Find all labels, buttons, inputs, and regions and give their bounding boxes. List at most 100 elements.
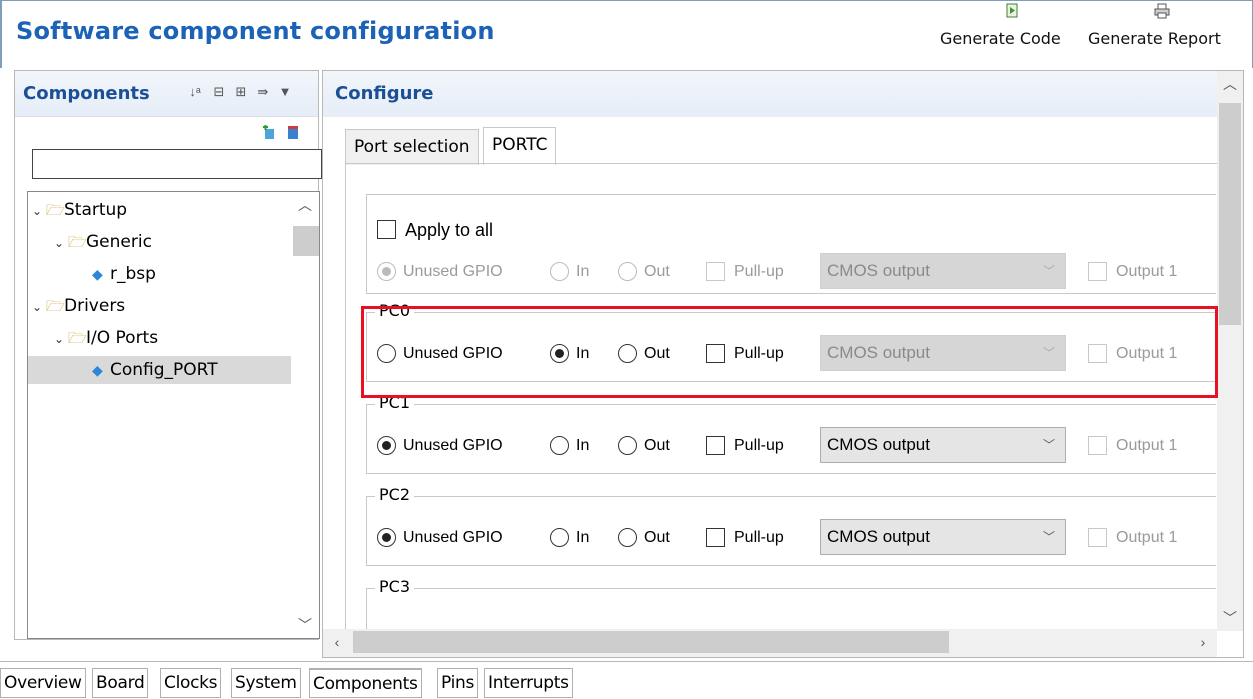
tab-components[interactable]: Components [309,668,422,698]
all-out-label: Out [644,263,670,280]
folder-open-icon: 🗁 [46,201,65,219]
tree-item-r-bsp[interactable]: ◆ r_bsp [92,260,156,288]
all-out-radio[interactable] [618,262,637,281]
select-value: CMOS output [827,435,930,454]
select-value: CMOS output [827,527,930,546]
pc1-output-type-select[interactable]: CMOS output ﹀ [820,427,1066,463]
tree-item-label: I/O Ports [86,328,159,348]
scrollbar-thumb[interactable] [293,226,319,256]
tree-item-label: Startup [64,200,128,220]
chevron-down-icon: ﹀ [1042,530,1055,544]
pc2-out-radio[interactable] [618,528,637,547]
chevron-down-icon[interactable]: ⌄ [32,293,46,321]
configure-horizontal-scrollbar[interactable]: ‹ › [323,629,1217,657]
generate-code-button[interactable]: Generate Code [940,3,1084,63]
generate-code-label: Generate Code [940,29,1061,48]
scroll-up-icon[interactable]: ︿ [291,192,319,218]
tree-item-startup[interactable]: ⌄ 🗁Startup [32,196,127,224]
scroll-left-icon[interactable]: ‹ [323,629,351,655]
scroll-up-icon[interactable]: ︿ [1217,71,1243,97]
pc1-unused-gpio-radio[interactable] [377,436,396,455]
tree-item-label: Generic [86,232,152,252]
all-unused-gpio-label: Unused GPIO [403,263,503,280]
expand-all-icon[interactable]: ⊞ [233,83,249,101]
pc1-out-radio[interactable] [618,436,637,455]
link-editor-icon[interactable]: ⇛ [255,83,271,101]
printer-icon [1154,3,1170,19]
folder-open-icon: 🗁 [68,329,87,347]
scroll-down-icon[interactable]: ﹀ [1217,605,1243,631]
view-menu-icon[interactable]: ▼ [277,83,293,101]
all-output-type-select[interactable]: CMOS output ﹀ [820,253,1066,289]
chevron-down-icon[interactable]: ⌄ [54,229,68,257]
all-pullup-checkbox[interactable] [706,262,725,281]
pin-name: PC2 [375,485,414,504]
sort-alpha-icon[interactable]: ↓ᵃ [187,83,203,101]
tab-interrupts[interactable]: Interrupts [484,668,573,698]
tree-item-io-ports[interactable]: ⌄ 🗁I/O Ports [54,324,158,352]
pc2-pullup-checkbox[interactable] [706,528,725,547]
scroll-down-icon[interactable]: ﹀ [291,612,319,638]
scrollbar-thumb[interactable] [1219,103,1241,325]
tab-clocks[interactable]: Clocks [160,668,222,698]
components-panel: Components ↓ᵃ ⊟ ⊞ ⇛ ▼ ⌄ 🗁Startup ⌄ 🗁Generi… [14,70,322,640]
tree-item-label: r_bsp [110,264,156,284]
folder-open-icon: 🗁 [46,297,65,315]
pc1-in-label: In [576,437,590,454]
configure-title: Configure [335,83,434,104]
all-in-radio[interactable] [550,262,569,281]
generate-report-button[interactable]: Generate Report [1088,3,1236,63]
add-component-icon[interactable] [261,125,279,141]
configure-vertical-scrollbar[interactable]: ︿ ﹀ [1217,71,1243,631]
chevron-down-icon[interactable]: ⌄ [32,197,46,225]
generate-report-label: Generate Report [1088,29,1221,48]
pin-group-pc1: PC1 Unused GPIO In Out Pull-up CMOS outp… [366,393,1216,474]
pc1-output1-checkbox[interactable] [1088,436,1107,455]
pc1-pullup-checkbox[interactable] [706,436,725,455]
tree-item-config-port[interactable]: ◆ Config_PORT [28,356,291,384]
pc2-out-label: Out [644,529,670,546]
pin-name: PC3 [375,577,414,596]
editor-bottom-tabs: Overview Board Clocks System Components … [0,661,1253,699]
remove-component-icon[interactable] [285,125,303,141]
pc2-unused-gpio-radio[interactable] [377,528,396,547]
all-output1-label: Output 1 [1116,263,1178,280]
tab-portc[interactable]: PORTC [483,127,557,165]
pc2-in-radio[interactable] [550,528,569,547]
chevron-down-icon[interactable]: ⌄ [54,325,68,353]
scroll-right-icon[interactable]: › [1189,629,1217,655]
components-title: Components [23,83,150,104]
tree-item-label: Drivers [64,296,126,316]
pc2-output-type-select[interactable]: CMOS output ﹀ [820,519,1066,555]
scrollbar-thumb[interactable] [353,631,949,653]
pc1-in-radio[interactable] [550,436,569,455]
all-pullup-label: Pull-up [734,263,784,280]
all-in-label: In [576,263,590,280]
component-icon: ◆ [92,363,103,379]
components-panel-header: Components ↓ᵃ ⊟ ⊞ ⇛ ▼ [15,71,318,117]
pc1-pullup-label: Pull-up [734,437,784,454]
component-filter-input[interactable] [32,149,322,179]
all-output1-checkbox[interactable] [1088,262,1107,281]
generate-code-icon [1006,3,1018,18]
tab-pins[interactable]: Pins [437,668,479,698]
tab-overview[interactable]: Overview [0,668,86,698]
tree-item-drivers[interactable]: ⌄ 🗁Drivers [32,292,125,320]
collapse-all-icon[interactable]: ⊟ [211,83,227,101]
tree-vertical-scrollbar[interactable]: ︿ ﹀ [291,192,319,638]
apply-to-all-group: Apply to all Unused GPIO In Out Pull-up … [366,194,1216,294]
configure-panel-header: Configure [323,71,1243,117]
tree-item-generic[interactable]: ⌄ 🗁Generic [54,228,152,256]
apply-to-all-checkbox[interactable] [377,220,396,239]
tab-board[interactable]: Board [92,668,149,698]
pc2-pullup-label: Pull-up [734,529,784,546]
folder-open-icon: 🗁 [68,233,87,251]
chevron-down-icon: ﹀ [1042,264,1055,278]
all-unused-gpio-radio[interactable] [377,262,396,281]
tab-port-selection[interactable]: Port selection [345,129,479,165]
pc2-output1-checkbox[interactable] [1088,528,1107,547]
component-icon: ◆ [92,267,103,283]
pc2-unused-gpio-label: Unused GPIO [403,529,503,546]
pc1-output1-label: Output 1 [1116,437,1178,454]
tab-system[interactable]: System [231,668,301,698]
